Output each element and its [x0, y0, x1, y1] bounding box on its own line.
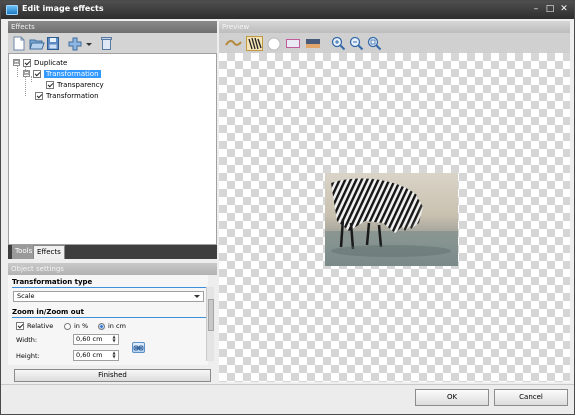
frame-icon[interactable]: [285, 36, 301, 51]
tree-checkbox[interactable]: [33, 69, 41, 78]
effects-panel-header: Effects: [8, 21, 217, 33]
object-settings-header: Object settings: [8, 263, 217, 275]
dropdown-arrow-icon[interactable]: [86, 36, 92, 51]
width-label: Width:: [16, 336, 38, 344]
zoom-out-icon[interactable]: [349, 36, 364, 51]
collapse-icon[interactable]: ⊟: [13, 59, 20, 66]
background-pattern-icon[interactable]: [224, 36, 242, 51]
collapse-icon[interactable]: ⊟: [23, 70, 30, 77]
radio-button[interactable]: [64, 322, 71, 330]
object-settings-panel: Transformation type Scale Zoom in/Zoom o…: [8, 275, 208, 365]
height-field[interactable]: 0,60 cm ▲ ▼: [73, 350, 119, 361]
radio-button[interactable]: [98, 322, 105, 330]
tree-item-label: Duplicate: [34, 58, 68, 67]
tree-item-label: Transformation: [44, 69, 101, 78]
zoom-section-title: Zoom in/Zoom out: [12, 308, 84, 316]
link-dimensions-icon[interactable]: [132, 342, 145, 353]
delete-icon[interactable]: [100, 36, 114, 51]
tree-item-label: Transparency: [57, 80, 104, 89]
tab-effects[interactable]: Effects: [33, 245, 65, 259]
minimize-button[interactable]: –: [530, 3, 542, 16]
tree-checkbox[interactable]: [46, 80, 54, 89]
unit-cm-label: in cm: [108, 322, 126, 330]
finished-button[interactable]: Finished: [14, 369, 211, 382]
app-icon: [6, 5, 18, 15]
tree-item-duplicate[interactable]: ⊟ Duplicate: [13, 57, 67, 68]
zebra-preview-image: [325, 173, 458, 266]
ok-button[interactable]: OK: [415, 389, 489, 406]
zebra-thumbnail-icon[interactable]: [246, 35, 263, 51]
settings-scrollbar[interactable]: [206, 287, 214, 361]
unit-percent-label: in %: [74, 322, 89, 330]
relative-label: Relative: [27, 322, 54, 330]
effects-tree: ⊟ Duplicate ⊟ Transformation Transparenc…: [8, 53, 217, 245]
new-icon[interactable]: [12, 36, 26, 51]
window-title: Edit image effects: [22, 4, 104, 13]
relative-checkbox[interactable]: Relative: [16, 322, 53, 330]
preview-panel-header: Preview: [219, 21, 570, 33]
edit-image-effects-window: Edit image effects – □ ✕ Effects ⊟ Dupli…: [0, 0, 575, 415]
zoom-fit-icon[interactable]: [367, 36, 382, 51]
effects-toolbar: [8, 33, 217, 53]
title-bar: Edit image effects – □ ✕: [1, 1, 574, 19]
unit-cm-radio[interactable]: in cm: [98, 322, 126, 330]
width-value: 0,60 cm: [76, 335, 103, 343]
tree-item-label: Transformation: [46, 91, 99, 100]
color-bar-icon[interactable]: [305, 36, 321, 51]
tree-item-transformation[interactable]: ⊟ Transformation: [23, 68, 101, 79]
tab-tools[interactable]: Tools: [12, 245, 36, 259]
cancel-button[interactable]: Cancel: [494, 389, 568, 406]
zoom-in-icon[interactable]: [331, 36, 346, 51]
unit-percent-radio[interactable]: in %: [64, 322, 88, 330]
add-effect-icon[interactable]: [67, 36, 83, 51]
spin-arrows-icon[interactable]: ▲ ▼: [111, 335, 117, 343]
transformation-type-title: Transformation type: [12, 278, 93, 286]
tree-checkbox[interactable]: [23, 58, 31, 67]
tree-checkbox[interactable]: [35, 91, 43, 100]
scroll-thumb[interactable]: [208, 299, 214, 331]
close-button[interactable]: ✕: [558, 3, 570, 16]
chevron-down-icon: [194, 295, 200, 298]
spin-arrows-icon[interactable]: ▲ ▼: [111, 351, 117, 359]
checkbox[interactable]: [16, 322, 24, 330]
tree-item-transparency[interactable]: Transparency: [46, 79, 104, 90]
height-label: Height:: [16, 352, 40, 360]
section-divider: [12, 317, 206, 318]
tree-item-transformation-2[interactable]: Transformation: [35, 90, 99, 101]
preview-canvas[interactable]: [219, 53, 570, 382]
transformation-type-select[interactable]: Scale: [13, 291, 204, 302]
maximize-button[interactable]: □: [544, 3, 556, 16]
open-folder-icon[interactable]: [29, 36, 45, 51]
preview-toolbar: [219, 33, 570, 53]
white-background-icon[interactable]: [267, 36, 281, 51]
section-divider: [12, 287, 206, 288]
panel-tabs: Tools Effects: [8, 245, 217, 259]
width-field[interactable]: 0,60 cm ▲ ▼: [73, 334, 119, 345]
height-value: 0,60 cm: [76, 351, 103, 359]
transformation-type-value: Scale: [17, 292, 35, 300]
save-icon[interactable]: [46, 36, 60, 51]
